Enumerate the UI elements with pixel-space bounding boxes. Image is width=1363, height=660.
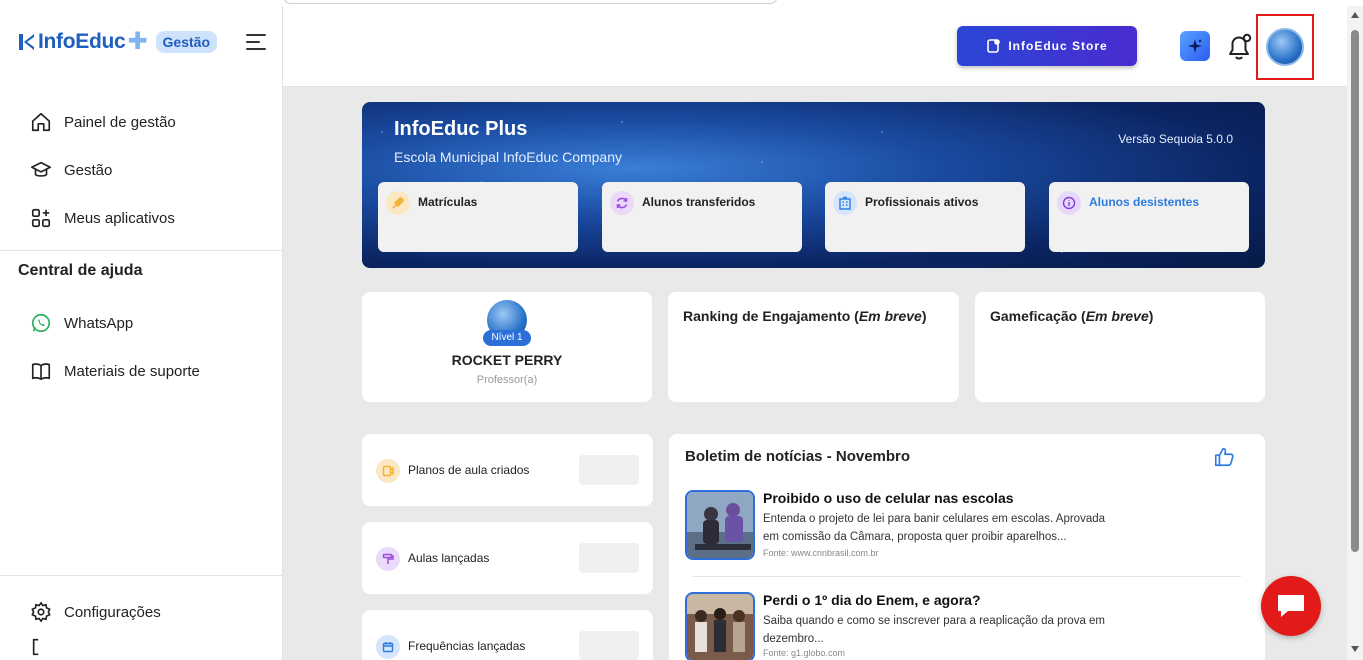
news-divider	[693, 576, 1241, 577]
paint-roller-icon	[376, 547, 400, 571]
stat-label: Profissionais ativos	[865, 195, 979, 209]
graduation-cap-icon	[30, 159, 52, 181]
news-source: Fonte: www.cnnbrasil.com.br	[763, 548, 879, 558]
book-icon	[30, 360, 52, 382]
sidebar-item-materiais[interactable]: Materiais de suporte	[0, 347, 282, 395]
page-scrollbar[interactable]	[1347, 6, 1363, 660]
top-header: InfoEduc Store	[283, 6, 1347, 87]
news-item[interactable]: Perdi o 1º dia do Enem, e agora? Saiba q…	[685, 592, 1245, 660]
infoeduc-store-button[interactable]: InfoEduc Store	[957, 26, 1137, 66]
news-item[interactable]: Proibido o uso de celular nas escolas En…	[685, 490, 1245, 570]
scrollbar-thumb[interactable]	[1351, 30, 1359, 552]
brand-name: InfoEduc	[38, 30, 126, 53]
stat-alunos-transferidos[interactable]: Alunos transferidos	[602, 182, 802, 252]
news-thumbnail	[685, 592, 755, 660]
gestao-badge: Gestão	[155, 31, 218, 53]
profile-card[interactable]: Nível 1 ROCKET PERRY Professor(a)	[362, 292, 652, 402]
sidebar-divider-bottom	[0, 575, 282, 576]
stat-profissionais-ativos[interactable]: Profissionais ativos	[825, 182, 1025, 252]
sidebar-item-painel[interactable]: Painel de gestão	[0, 98, 282, 146]
level-badge: Nível 1	[483, 330, 531, 346]
bottom-nav: Configurações	[0, 588, 282, 656]
chat-bubble-icon	[1278, 595, 1304, 617]
news-description: Saiba quando e como se inscrever para a …	[763, 615, 1106, 645]
sidebar-item-label: Painel de gestão	[64, 113, 176, 131]
sidebar-item-label: Configurações	[64, 603, 161, 621]
logout-icon	[30, 636, 52, 656]
home-icon	[30, 111, 52, 133]
sidebar-item-gestao[interactable]: Gestão	[0, 146, 282, 194]
stat-label: Alunos transferidos	[642, 195, 756, 209]
info-icon	[1057, 191, 1081, 215]
sidebar-item-configuracoes[interactable]: Configurações	[0, 588, 282, 636]
apps-grid-icon	[30, 207, 52, 229]
news-description: Entenda o projeto de lei para banir celu…	[763, 513, 1106, 543]
mini-value-placeholder	[579, 631, 639, 660]
notifications-bell-icon[interactable]	[1225, 32, 1253, 62]
sidebar-item-label: Materiais de suporte	[64, 362, 200, 380]
news-title: Boletim de notícias - Novembro	[685, 448, 911, 465]
thumbs-up-icon[interactable]	[1213, 446, 1235, 468]
gamification-title: Gameficação (Em breve)	[990, 308, 1154, 324]
rocket-icon	[386, 191, 410, 215]
news-bulletin: Boletim de notícias - Novembro Proibido …	[669, 434, 1265, 660]
sidebar-item-whatsapp[interactable]: WhatsApp	[0, 299, 282, 347]
main-nav: Painel de gestão Gestão Meus aplicativos	[0, 98, 282, 242]
mini-label: Planos de aula criados	[408, 463, 530, 477]
sidebar-item-label: Meus aplicativos	[64, 209, 175, 227]
help-section-title: Central de ajuda	[18, 262, 143, 279]
whatsapp-icon	[30, 312, 52, 334]
school-name: Escola Municipal InfoEduc Company	[394, 149, 623, 165]
mini-card-planos[interactable]: Planos de aula criados	[362, 434, 653, 506]
sidebar-item-partial[interactable]	[0, 636, 282, 656]
scroll-down-icon[interactable]	[1351, 646, 1359, 652]
ranking-card[interactable]: Ranking de Engajamento (Em breve)	[668, 292, 959, 402]
hero-banner: InfoEduc Plus Escola Municipal InfoEduc …	[362, 102, 1265, 268]
sparkle-icon	[1188, 39, 1202, 53]
mini-label: Frequências lançadas	[408, 639, 526, 653]
sidebar-divider	[0, 250, 282, 251]
user-avatar-button[interactable]	[1256, 14, 1314, 80]
infoeduc-logo-icon	[18, 32, 36, 52]
lesson-plan-icon	[376, 459, 400, 483]
avatar	[1266, 28, 1304, 66]
menu-toggle-icon[interactable]	[246, 34, 266, 50]
profile-name: ROCKET PERRY	[451, 352, 563, 368]
plus-icon: ✚	[127, 28, 148, 55]
gamification-card[interactable]: Gameficação (Em breve)	[975, 292, 1265, 402]
news-source: Fonte: g1.globo.com	[763, 648, 846, 658]
refresh-icon	[610, 191, 634, 215]
calendar-icon	[376, 635, 400, 659]
mini-label: Aulas lançadas	[408, 551, 490, 565]
mini-card-aulas[interactable]: Aulas lançadas	[362, 522, 653, 594]
stat-alunos-desistentes[interactable]: Alunos desistentes	[1049, 182, 1249, 252]
news-headline: Proibido o uso de celular nas escolas	[763, 490, 1014, 506]
mini-value-placeholder	[579, 543, 639, 573]
version-label: Versão Sequoia 5.0.0	[1118, 132, 1233, 146]
profile-role: Professor(a)	[476, 374, 538, 386]
mini-value-placeholder	[579, 455, 639, 485]
store-button-label: InfoEduc Store	[1008, 39, 1108, 53]
brand-logo[interactable]: InfoEduc ✚ Gestão	[18, 28, 218, 55]
support-chat-button[interactable]	[1261, 576, 1321, 636]
sidebar-item-aplicativos[interactable]: Meus aplicativos	[0, 194, 282, 242]
building-icon	[833, 191, 857, 215]
news-headline: Perdi o 1º dia do Enem, e agora?	[763, 592, 981, 608]
hero-title: InfoEduc Plus	[394, 118, 528, 140]
store-icon	[986, 39, 1001, 53]
stat-label: Alunos desistentes	[1089, 195, 1200, 209]
scroll-up-icon[interactable]	[1351, 12, 1359, 18]
sidebar: InfoEduc ✚ Gestão Painel de gestão Gestã…	[0, 6, 283, 660]
ranking-title: Ranking de Engajamento (Em breve)	[683, 308, 927, 324]
sidebar-item-label: Gestão	[64, 161, 113, 179]
news-thumbnail	[685, 490, 755, 560]
gear-icon	[30, 601, 52, 623]
address-bar-edge	[283, 0, 778, 4]
sidebar-item-label: WhatsApp	[64, 314, 134, 332]
ai-sparkle-button[interactable]	[1180, 31, 1210, 61]
mini-card-frequencias[interactable]: Frequências lançadas	[362, 610, 653, 660]
help-nav: WhatsApp Materiais de suporte	[0, 299, 282, 395]
stat-matriculas[interactable]: Matrículas	[378, 182, 578, 252]
stat-label: Matrículas	[418, 195, 478, 209]
